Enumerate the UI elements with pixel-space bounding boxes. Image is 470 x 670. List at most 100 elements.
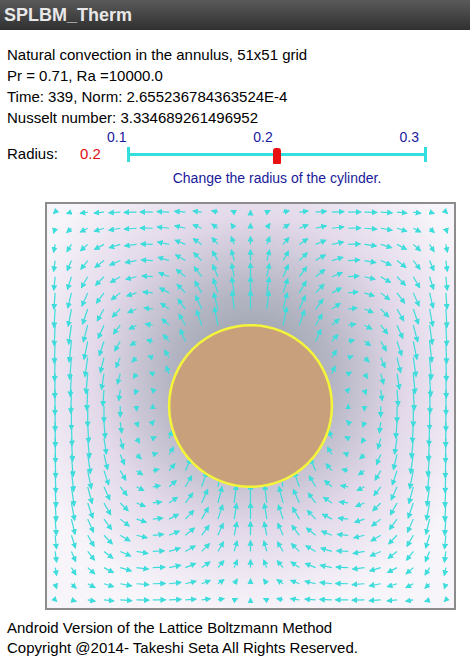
flow-arrow <box>145 324 153 325</box>
slider-end-mark <box>424 147 427 162</box>
flow-arrow <box>364 341 370 345</box>
slider-ticks: 0.10.20.3 <box>107 128 419 146</box>
flow-arrow <box>320 582 332 583</box>
flow-arrow <box>212 238 218 245</box>
flow-arrow <box>396 422 397 438</box>
flow-arrow <box>388 568 397 573</box>
flow-arrow <box>358 471 364 475</box>
flow-arrow <box>88 487 92 504</box>
flow-arrow <box>376 454 380 464</box>
flow-arrow <box>348 356 353 357</box>
flow-arrow <box>165 350 169 357</box>
flow-arrow <box>316 329 321 341</box>
flow-arrow <box>104 422 105 438</box>
flow-arrow <box>264 598 267 600</box>
flow-arrow <box>176 255 186 261</box>
flow-arrow <box>444 568 446 576</box>
flow-arrow <box>142 275 153 277</box>
flow-arrow <box>158 257 169 260</box>
flow-arrow <box>88 503 93 518</box>
flow-arrow <box>120 568 131 571</box>
flow-arrow <box>444 551 445 562</box>
flow-arrow <box>161 303 169 309</box>
flow-arrow <box>202 599 211 600</box>
flow-arrow <box>124 228 136 230</box>
flow-arrow <box>374 487 381 496</box>
flow-arrow <box>305 598 316 600</box>
flow-arrow <box>379 422 380 433</box>
flow-arrow <box>356 503 365 506</box>
flow-arrow <box>381 341 387 350</box>
flow-arrow <box>250 263 251 277</box>
flow-arrow <box>218 580 224 584</box>
flow-arrow <box>153 599 166 600</box>
flow-arrow <box>71 503 74 520</box>
flow-arrow <box>364 390 366 395</box>
flow-arrow <box>354 535 365 538</box>
flow-arrow <box>88 471 92 489</box>
flow-arrow <box>193 211 202 212</box>
flow-arrow <box>97 309 104 321</box>
slider-thumb[interactable] <box>273 148 281 164</box>
flow-arrow <box>283 238 289 245</box>
flow-arrow <box>332 288 341 293</box>
flow-arrow <box>293 507 300 519</box>
flow-arrow <box>413 293 419 306</box>
flow-arrow <box>308 493 315 503</box>
flow-arrow <box>307 528 316 535</box>
flow-arrow <box>352 599 365 601</box>
flow-arrow <box>231 237 234 245</box>
flow-arrow <box>364 261 375 263</box>
flow-arrow <box>214 293 218 309</box>
flow-arrow <box>337 534 348 536</box>
flow-arrow <box>202 562 210 568</box>
flow-arrow <box>316 226 327 229</box>
slider-column: 0.10.20.3Change the radius of the cylind… <box>107 128 427 188</box>
flow-arrow <box>102 374 104 390</box>
flow-arrow <box>370 551 380 556</box>
flow-arrow <box>160 288 169 293</box>
flow-arrow <box>332 227 344 228</box>
flow-arrow <box>148 356 153 357</box>
flow-arrow <box>125 244 137 245</box>
radius-slider[interactable] <box>127 146 427 162</box>
flow-arrow <box>444 584 446 589</box>
flow-arrow <box>71 551 75 561</box>
flow-arrow <box>348 388 350 390</box>
flow-arrow <box>104 600 114 601</box>
flow-arrow <box>381 374 384 384</box>
flow-arrow <box>83 325 87 342</box>
flow-arrow <box>169 431 172 439</box>
flow-arrow <box>178 299 185 309</box>
flow-arrow <box>381 390 382 401</box>
flow-arrow <box>88 551 95 560</box>
flow-arrow <box>185 510 193 519</box>
flow-arrow <box>389 535 397 544</box>
flow-arrow <box>381 309 389 317</box>
flow-arrow <box>267 250 270 260</box>
temperature-field <box>47 204 454 608</box>
flow-arrow <box>406 568 413 574</box>
flow-arrow <box>363 422 365 427</box>
flow-arrow <box>264 579 267 584</box>
app-screen: SPLBM_ThermNatural convection in the ann… <box>0 0 470 670</box>
flow-arrow <box>267 277 269 293</box>
flow-arrow <box>250 237 251 245</box>
flow-arrow <box>446 293 447 309</box>
simulation-canvas <box>45 202 456 610</box>
flow-arrow <box>392 471 397 485</box>
flow-arrow <box>137 551 148 553</box>
flow-arrow <box>445 519 446 535</box>
flow-arrow <box>234 522 237 535</box>
flow-arrow <box>283 293 287 309</box>
flow-arrow <box>444 600 446 602</box>
flow-arrow <box>372 519 381 526</box>
flow-arrow <box>250 210 251 212</box>
flow-arrow <box>332 319 339 325</box>
flow-arrow <box>124 211 137 213</box>
slider-tick: 0.2 <box>253 128 272 146</box>
flow-arrow <box>115 341 121 350</box>
flow-arrow <box>169 480 176 486</box>
flow-arrow <box>264 541 267 551</box>
flow-arrow <box>128 309 137 312</box>
